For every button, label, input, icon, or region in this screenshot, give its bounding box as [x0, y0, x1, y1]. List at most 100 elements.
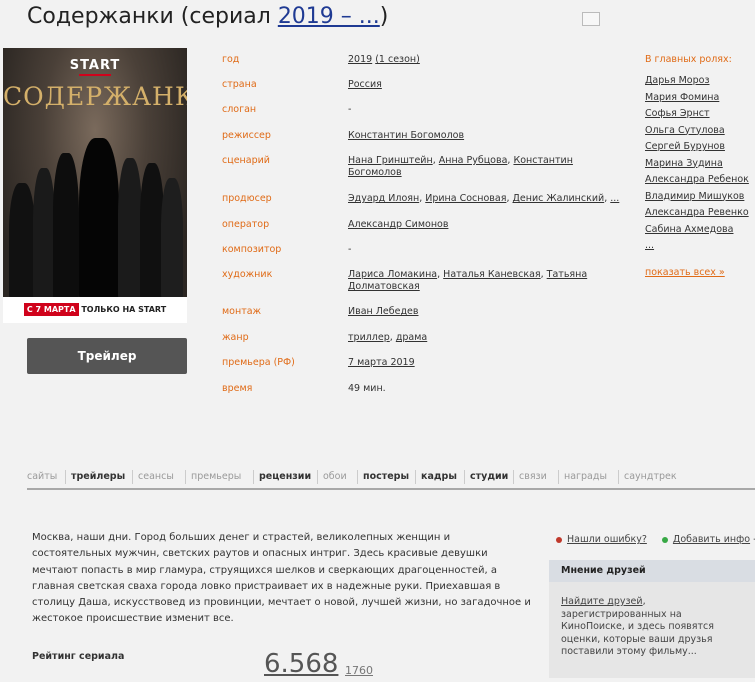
tab-separator	[558, 470, 559, 484]
info-value-link[interactable]: Денис Жалинский	[512, 193, 604, 204]
info-value-link[interactable]: Татьяна	[547, 269, 588, 280]
info-value: Константин Богомолов	[348, 130, 464, 142]
info-value: Россия	[348, 79, 382, 91]
tab-4[interactable]: рецензии	[259, 471, 311, 482]
info-value-text: -	[348, 244, 352, 255]
tab-8[interactable]: студии	[470, 471, 508, 482]
description-text: Москва, наши дни. Город больших денег и …	[32, 532, 531, 625]
info-value: -	[348, 104, 351, 116]
show-all-cast-link[interactable]: показать всех »	[645, 267, 749, 278]
info-value: -	[348, 244, 351, 256]
info-label: год	[222, 54, 240, 65]
title-suffix: )	[379, 4, 389, 29]
info-value: 2019 (1 сезон)	[348, 54, 420, 66]
tab-label: студии	[470, 471, 509, 482]
tab-label: премьеры	[191, 471, 242, 482]
poster-footer: С 7 МАРТА ТОЛЬКО НА START	[3, 297, 187, 323]
info-value: Эдуард Илоян, Ирина Сосновая, Денис Жали…	[348, 193, 619, 205]
cast-actor-link[interactable]: Александра Ревенко	[645, 205, 749, 222]
info-value-link[interactable]: Нана Гринштейн	[348, 155, 433, 166]
info-value: 49 мин.	[348, 383, 386, 395]
cast-actor-link[interactable]: Софья Эрнст	[645, 106, 749, 123]
info-value-link[interactable]: Константин Богомолов	[348, 130, 464, 141]
info-label: слоган	[222, 104, 257, 115]
info-value-link[interactable]: Ирина Сосновая	[425, 193, 506, 204]
side-links: Нашли ошибку? Добавить инфо →	[556, 534, 755, 545]
info-value-link[interactable]: ...	[610, 193, 619, 204]
tab-6[interactable]: постеры	[363, 471, 409, 482]
cast-actor-link[interactable]: Ольга Сутулова	[645, 123, 749, 140]
tab-10[interactable]: награды	[564, 471, 607, 482]
info-value-link[interactable]: 7 марта 2019	[348, 357, 415, 368]
poster-brand: START	[3, 58, 187, 76]
tab-separator	[415, 470, 416, 484]
info-value-link[interactable]: Анна Рубцова	[439, 155, 508, 166]
tab-separator	[65, 470, 66, 484]
cast-actor-link[interactable]: ...	[645, 238, 749, 255]
tab-5[interactable]: обои	[323, 471, 347, 482]
cast-actor-link[interactable]: Александра Ребенок	[645, 172, 749, 189]
info-label: жанр	[222, 332, 249, 343]
cast-actor-link[interactable]: Мария Фомина	[645, 90, 749, 107]
find-friends-link[interactable]: Найдите друзей	[561, 596, 643, 607]
info-label: страна	[222, 79, 257, 90]
poster-title: СОДЕРЖАНКИ	[3, 82, 187, 111]
info-value: Иван Лебедев	[348, 306, 418, 318]
cast-actor-link[interactable]: Марина Зудина	[645, 156, 749, 173]
rating-label: Рейтинг сериала	[32, 651, 125, 662]
trailer-button[interactable]: Трейлер	[27, 338, 187, 374]
page-title: Содержанки (сериал 2019 – ...)	[27, 4, 388, 29]
cast-header: В главных ролях:	[645, 54, 732, 65]
info-value-link[interactable]: (1 сезон)	[375, 54, 420, 65]
tab-label: сеансы	[138, 471, 174, 482]
tab-separator	[132, 470, 133, 484]
title-year-link[interactable]: 2019 – ...	[278, 4, 380, 29]
info-value-link[interactable]: Константин	[513, 155, 572, 166]
tab-2[interactable]: сеансы	[138, 471, 174, 482]
info-value-link[interactable]: драма	[396, 332, 427, 343]
cast-actor-link[interactable]: Сергей Бурунов	[645, 139, 749, 156]
info-value-text: -	[348, 104, 352, 115]
info-value-link[interactable]: Долматовская	[348, 281, 420, 292]
tab-1[interactable]: трейлеры	[71, 471, 125, 482]
info-value-link[interactable]: Россия	[348, 79, 382, 90]
rating-value[interactable]: 6.568	[264, 649, 338, 679]
add-info-link[interactable]: Добавить инфо	[673, 534, 750, 545]
tab-separator	[185, 470, 186, 484]
friends-panel: Мнение друзей Найдите друзей, зарегистри…	[549, 560, 755, 678]
tab-label: кадры	[421, 471, 457, 482]
poster-tagline: ТОЛЬКО НА START	[81, 305, 167, 314]
tab-separator	[513, 470, 514, 484]
title-prefix: Содержанки (сериал	[27, 4, 278, 29]
report-error-link[interactable]: Нашли ошибку?	[567, 534, 647, 545]
tab-label: награды	[564, 471, 607, 482]
cast-actor-link[interactable]: Дарья Мороз	[645, 73, 749, 90]
info-value-link[interactable]: триллер	[348, 332, 390, 343]
poster-figures	[3, 138, 187, 303]
poster-date-badge: С 7 МАРТА	[23, 303, 79, 316]
tab-7[interactable]: кадры	[421, 471, 457, 482]
cast-actor-link[interactable]: Владимир Мишуков	[645, 189, 749, 206]
share-checkbox[interactable]	[582, 12, 600, 26]
info-value-link[interactable]: Иван Лебедев	[348, 306, 418, 317]
tab-label: обои	[323, 471, 347, 482]
info-value-link[interactable]: Эдуард Илоян	[348, 193, 419, 204]
info-value-link[interactable]: Наталья Каневская	[443, 269, 540, 280]
tab-9[interactable]: связи	[519, 471, 547, 482]
tab-label: рецензии	[259, 471, 312, 482]
info-value-link[interactable]: Лариса Ломакина	[348, 269, 437, 280]
tab-label: сайты	[27, 471, 58, 482]
poster-image[interactable]: START СОДЕРЖАНКИ С 7 МАРТА ТОЛЬКО НА STA…	[3, 48, 187, 323]
tab-11[interactable]: саундтрек	[624, 471, 677, 482]
rating-count[interactable]: 1760	[345, 664, 373, 677]
info-value: 7 марта 2019	[348, 357, 415, 369]
info-value-link[interactable]: Богомолов	[348, 167, 402, 178]
info-value: триллер, драма	[348, 332, 427, 344]
info-value-link[interactable]: 2019	[348, 54, 372, 65]
tab-3[interactable]: премьеры	[191, 471, 241, 482]
section-tabs: сайты трейлеры сеансы премьеры рецензии обои п…	[27, 468, 755, 490]
info-value-link[interactable]: Александр Симонов	[348, 219, 448, 230]
cast-actor-link[interactable]: Сабина Ахмедова	[645, 222, 749, 239]
tab-label: связи	[519, 471, 547, 482]
tab-0[interactable]: сайты	[27, 471, 57, 482]
